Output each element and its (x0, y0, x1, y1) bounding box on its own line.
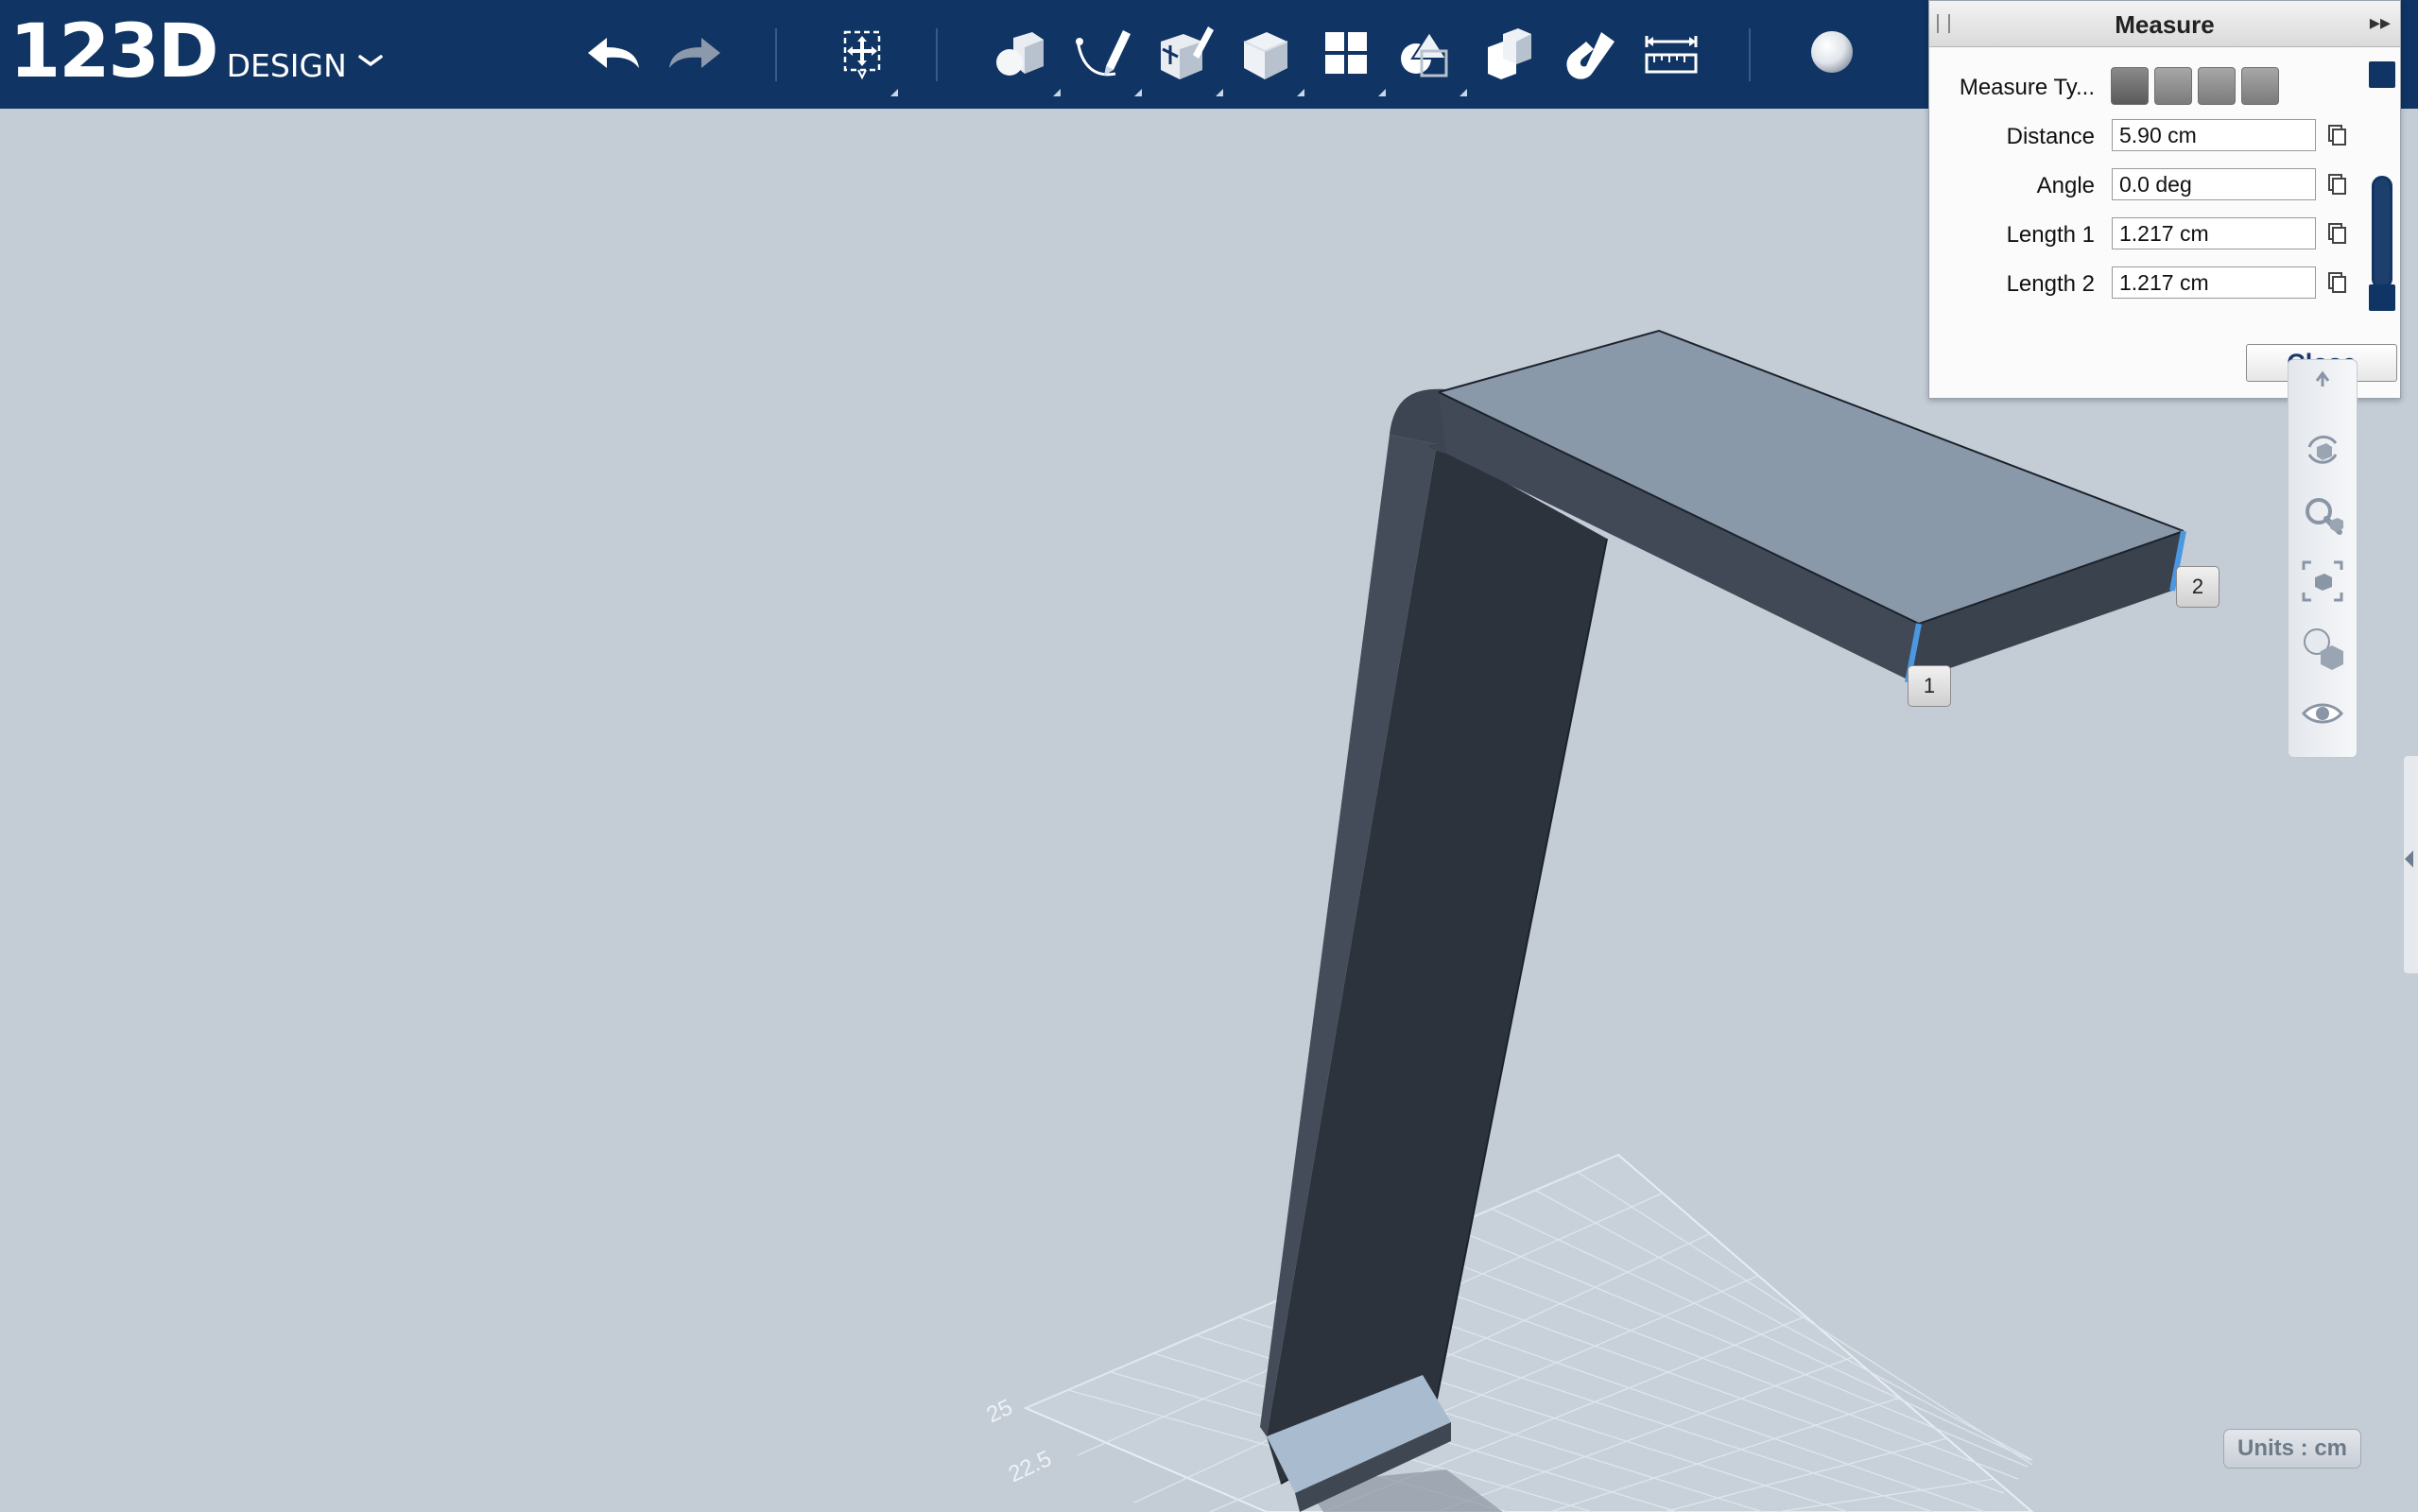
pan-icon[interactable] (2300, 369, 2345, 415)
measure-marker-2: 2 (2176, 566, 2219, 608)
scrollbar-top-button[interactable] (2369, 61, 2395, 88)
length2-field[interactable] (2112, 266, 2316, 299)
sketch-dropdown-corner (1134, 89, 1142, 96)
construct-dropdown-corner (1216, 89, 1223, 96)
measure-panel: Measure ▸▸ Measure Ty... Distance Angle … (1928, 0, 2401, 399)
transform-icon[interactable] (828, 21, 896, 89)
copy-icon[interactable] (2326, 222, 2347, 245)
transform-dropdown-corner (890, 89, 898, 96)
measure-type-distance-button[interactable] (2111, 67, 2149, 105)
measure-type-label: Measure Ty... (1959, 75, 2095, 100)
zoom-icon[interactable] (2300, 492, 2345, 538)
orbit-icon[interactable] (2300, 426, 2345, 472)
grid-label-22-5: 22.5 (1005, 1446, 1056, 1487)
distance-field[interactable] (2112, 119, 2316, 151)
primitives-dropdown-corner (1053, 89, 1061, 96)
scrollbar-thumb[interactable] (2372, 176, 2392, 289)
material-icon[interactable] (1798, 21, 1866, 89)
side-panel-toggle[interactable] (2404, 756, 2418, 973)
units-indicator[interactable]: Units : cm (2223, 1429, 2361, 1469)
grid-label-25: 25 (983, 1395, 1017, 1429)
sketch-icon[interactable] (1068, 21, 1136, 89)
snap-icon[interactable] (1556, 21, 1624, 89)
primitives-icon[interactable] (985, 21, 1053, 89)
ground-grid: 25 22.5 (983, 1153, 2034, 1512)
modify-icon[interactable] (1231, 21, 1299, 89)
angle-field[interactable] (2112, 168, 2316, 200)
measure-type-angle-button[interactable] (2154, 67, 2192, 105)
distance-label: Distance (2006, 124, 2095, 149)
construct-icon[interactable] (1149, 21, 1218, 89)
length1-field[interactable] (2112, 217, 2316, 249)
navigation-bar (2288, 359, 2358, 758)
measure-icon[interactable] (1637, 21, 1705, 89)
measure-type-volume-button[interactable] (2241, 67, 2279, 105)
view-style-icon[interactable] (2300, 625, 2345, 670)
app-logo[interactable]: 123D DESIGN (9, 9, 385, 94)
logo-sub-text: DESIGN (226, 47, 347, 84)
pattern-icon[interactable] (1312, 21, 1380, 89)
modify-dropdown-corner (1297, 89, 1304, 96)
chevron-down-icon[interactable] (356, 47, 385, 76)
undo-icon[interactable] (579, 21, 647, 89)
logo-main-text: 123D (9, 9, 219, 94)
group-dropdown-corner (1459, 89, 1467, 96)
combine-icon[interactable] (1475, 21, 1543, 89)
measure-marker-1: 1 (1908, 665, 1951, 707)
pattern-dropdown-corner (1378, 89, 1386, 96)
toolbar-divider (775, 28, 777, 81)
copy-icon[interactable] (2326, 271, 2347, 294)
toolbar-divider (936, 28, 938, 81)
scrollbar-bottom-button[interactable] (2369, 284, 2395, 311)
measure-type-area-button[interactable] (2198, 67, 2236, 105)
measure-panel-title: Measure (2115, 10, 2215, 39)
angle-label: Angle (2036, 173, 2095, 198)
visibility-eye-icon[interactable] (2300, 691, 2345, 736)
toolbar-divider (1749, 28, 1751, 81)
copy-icon[interactable] (2326, 124, 2347, 146)
measure-panel-header[interactable]: Measure ▸▸ (1929, 1, 2400, 47)
fit-view-icon[interactable] (2300, 558, 2345, 604)
expand-arrows-icon[interactable]: ▸▸ (2370, 10, 2391, 35)
length1-label: Length 1 (2006, 222, 2095, 248)
length2-label: Length 2 (2006, 271, 2095, 297)
redo-icon[interactable] (662, 21, 730, 89)
copy-icon[interactable] (2326, 173, 2347, 196)
group-icon[interactable] (1393, 21, 1461, 89)
